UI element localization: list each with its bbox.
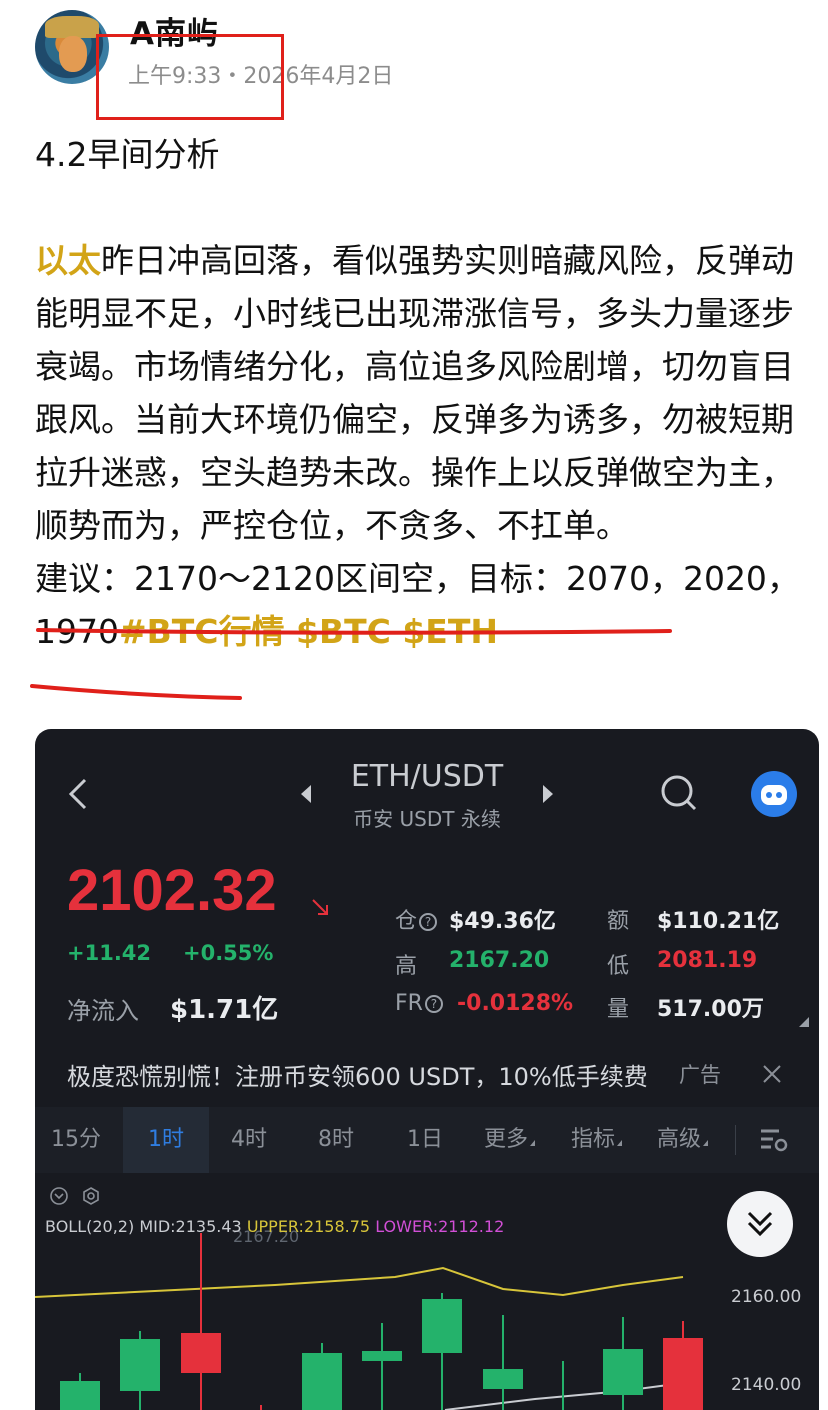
change-absolute: +11.42: [67, 941, 152, 965]
down-arrow-icon: [312, 899, 328, 915]
tab-more[interactable]: 更多: [484, 1107, 536, 1173]
market-header: ETH/USDT 币安 USDT 永续: [35, 729, 819, 849]
y-axis-label: 2140.00: [731, 1375, 802, 1395]
candle-body: [302, 1353, 342, 1410]
candle-body: [422, 1299, 462, 1353]
tab-15m[interactable]: 15分: [51, 1107, 101, 1173]
back-icon[interactable]: [65, 777, 91, 811]
close-icon[interactable]: [761, 1063, 783, 1085]
volume-value: 517.00万: [657, 997, 764, 1022]
info-icon[interactable]: ?: [419, 913, 438, 931]
dropdown-icon: [617, 1140, 623, 1146]
indicator-toggle-icons[interactable]: [49, 1185, 109, 1207]
low-label: 低: [607, 954, 630, 979]
ad-banner[interactable]: 极度恐慌别慌！注册币安领600 USDT，10%低手续费 广告: [35, 1047, 819, 1107]
netflow-value: $1.71亿: [170, 995, 279, 1025]
red-underline: [30, 684, 242, 700]
tab-4h[interactable]: 4时: [231, 1107, 267, 1173]
red-highlight-box: [96, 34, 284, 120]
amount-value: $110.21亿: [657, 909, 780, 934]
ad-tag: 广告: [679, 1063, 721, 1087]
candles-svg: [35, 1233, 703, 1410]
netflow-label: 净流入: [67, 997, 139, 1025]
boll-upper: UPPER:2158.75: [246, 1217, 371, 1236]
dropdown-icon: [703, 1140, 709, 1146]
tab-8h[interactable]: 8时: [318, 1107, 354, 1173]
tab-1h[interactable]: 1时: [123, 1107, 209, 1173]
funding-rate-label: FR?: [395, 991, 443, 1016]
collapse-button[interactable]: [727, 1191, 793, 1257]
chart-screenshot[interactable]: ETH/USDT 币安 USDT 永续 2102.32 +11.42 +0.55…: [35, 729, 819, 1410]
double-chevron-down-icon: [747, 1211, 773, 1237]
ad-text[interactable]: 极度恐慌别慌！注册币安领600 USDT，10%低手续费: [67, 1057, 657, 1092]
candle-body: [362, 1351, 402, 1361]
analysis-text: 昨日冲高回落，看似强势实则暗藏风险，反弹动能明显不足，小时线已出现滞涨信号，多头…: [35, 241, 794, 545]
highlight-text[interactable]: 以太: [35, 241, 101, 280]
post-header: A南屿 上午9:33・2026年4月2日: [0, 0, 828, 120]
boll-upper-line: [35, 1266, 684, 1298]
divider: [735, 1125, 736, 1155]
high-value: 2167.20: [449, 948, 550, 973]
last-price: 2102.32: [67, 858, 277, 923]
candle-body: [663, 1338, 703, 1410]
candle-body: [603, 1349, 643, 1395]
market-type: 币安 USDT 永续: [353, 807, 501, 831]
robot-icon[interactable]: [751, 771, 797, 817]
volume-label: 量: [607, 997, 630, 1022]
timeframe-tabs: 15分 1时 4时 8时 1日 更多 指标 高级: [35, 1107, 819, 1173]
prev-pair-icon[interactable]: [299, 784, 313, 804]
boll-indicator: BOLL(20,2) MID:2135.43 UPPER:2158.75 LOW…: [45, 1217, 504, 1236]
tab-advanced[interactable]: 高级: [657, 1107, 709, 1173]
open-interest-label: 仓?: [395, 903, 438, 935]
post-title: 4.2早间分析: [35, 135, 220, 174]
search-icon[interactable]: [659, 773, 699, 813]
high-label: 高: [395, 954, 418, 979]
dropdown-icon: [530, 1140, 536, 1146]
expand-corner-icon[interactable]: [799, 1017, 809, 1027]
candle-body: [181, 1333, 221, 1373]
boll-mid: BOLL(20,2) MID:2135.43: [45, 1217, 242, 1236]
info-icon[interactable]: ?: [424, 995, 443, 1013]
change-percent: +0.55%: [183, 941, 274, 965]
candle-body: [60, 1381, 100, 1410]
pair-name[interactable]: ETH/USDT: [327, 759, 527, 794]
boll-lower: LOWER:2112.12: [375, 1217, 505, 1236]
amount-label: 额: [607, 909, 630, 934]
candle-body: [483, 1369, 523, 1389]
tab-1d[interactable]: 1日: [407, 1107, 443, 1173]
low-value: 2081.19: [657, 948, 758, 973]
chart-settings-icon[interactable]: [759, 1127, 789, 1153]
open-interest-value: $49.36亿: [449, 909, 556, 934]
funding-rate-value: -0.0128%: [457, 991, 574, 1016]
candle-body: [120, 1339, 160, 1391]
next-pair-icon[interactable]: [541, 784, 555, 804]
post-body: 4.2早间分析 以太昨日冲高回落，看似强势实则暗藏风险，反弹动能明显不足，小时线…: [35, 128, 805, 658]
candlestick-chart[interactable]: 2167.20 BOLL(20,2) MID:2135.43 UPPER:215…: [35, 1173, 819, 1410]
y-axis-label: 2160.00: [731, 1287, 802, 1307]
red-underline: [36, 628, 672, 635]
tab-indicators[interactable]: 指标: [571, 1107, 623, 1173]
